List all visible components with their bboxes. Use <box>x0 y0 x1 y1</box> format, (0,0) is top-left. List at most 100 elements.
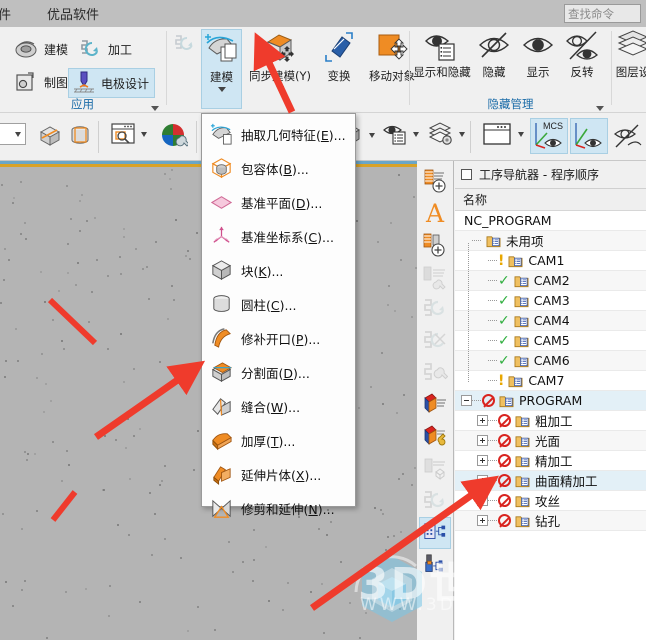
tree-row[interactable]: 钻孔 <box>455 511 646 531</box>
chevron-down-icon-showhide[interactable] <box>413 131 419 137</box>
ribbon-group-expand-hide-management[interactable] <box>596 106 604 111</box>
zoom-window-button[interactable] <box>110 122 147 146</box>
view-style-combo[interactable] <box>0 123 26 145</box>
menu-item[interactable]: 修补开口(P)... <box>202 321 355 355</box>
status-blocked-icon <box>498 434 511 447</box>
tree-row[interactable]: ! CAM1 <box>455 251 646 271</box>
ribbon-group-application: 建模 加工 制图 电极设计 应用 <box>0 27 165 113</box>
ribbon-button-modeling[interactable]: 建模 <box>14 37 68 61</box>
tree-row[interactable]: 光面 <box>455 431 646 451</box>
ribbon-button-synchronous-modeling[interactable]: 同步建模(Y) <box>248 29 312 91</box>
panel-pin-icon[interactable] <box>461 169 472 180</box>
replay-toolpath-icon[interactable] <box>419 293 451 325</box>
folder-icon <box>514 294 529 308</box>
tree-expander[interactable] <box>477 455 488 466</box>
folder-icon <box>515 474 530 488</box>
hide-slash-button[interactable] <box>612 123 642 151</box>
shop-documentation-icon[interactable] <box>419 453 451 485</box>
layer-gear-button[interactable] <box>428 122 465 146</box>
menu-item[interactable]: 包容体(B)... <box>202 151 355 185</box>
generate-toolpath-icon[interactable] <box>419 261 451 293</box>
menu-item[interactable]: 修剪和延伸(N)... <box>202 491 355 525</box>
tree-row[interactable]: ✓ CAM6 <box>455 351 646 371</box>
tree-row[interactable]: ! CAM7 <box>455 371 646 391</box>
tree-row[interactable]: 曲面精加工 <box>455 471 646 491</box>
ribbon-button-show[interactable]: 显示 <box>517 29 559 80</box>
menu-item[interactable]: 延伸片体(X)... <box>202 457 355 491</box>
palette-wrench-button[interactable] <box>160 122 188 148</box>
text-annotation-icon[interactable]: A <box>419 197 451 229</box>
window-button[interactable] <box>482 121 524 147</box>
ribbon-button-invert[interactable]: 反转 <box>561 29 603 80</box>
tree-row[interactable]: ✓ CAM2 <box>455 271 646 291</box>
ribbon-button-sync-modeling-main[interactable]: 建模 <box>201 29 242 109</box>
invert-icon <box>566 31 598 60</box>
chevron-down-icon[interactable] <box>217 87 226 92</box>
tree-row[interactable]: ✓ CAM3 <box>455 291 646 311</box>
menu-item[interactable]: 分割面(D)... <box>202 355 355 389</box>
tree-expander[interactable] <box>477 435 488 446</box>
menu-item[interactable]: 缝合(W)... <box>202 389 355 423</box>
menu-item[interactable]: 加厚(T)... <box>202 423 355 457</box>
synchronous-modeling-dropdown[interactable]: 抽取几何特征(E)... 包容体(B)... 基准平面(D)... 基准坐标系(C).… <box>201 113 356 518</box>
ribbon-button-drafting[interactable]: 制图 <box>14 70 68 94</box>
menu-item[interactable]: 基准平面(D)... <box>202 185 355 219</box>
tree-expander[interactable] <box>477 475 488 486</box>
ribbon-group-expand-application[interactable] <box>151 106 159 111</box>
tree-column-header[interactable]: 名称 <box>455 189 646 211</box>
menu-item[interactable]: 抽取几何特征(E)... <box>202 117 355 151</box>
create-operation-icon[interactable] <box>419 229 451 261</box>
wireframe-view-button[interactable] <box>66 123 94 149</box>
post-process-icon[interactable] <box>419 389 451 421</box>
ribbon-button-hide[interactable]: 隐藏 <box>473 29 515 80</box>
tree-row[interactable]: ✓ CAM4 <box>455 311 646 331</box>
toolpath-wrench-icon[interactable] <box>419 357 451 389</box>
menu-item[interactable]: 基准坐标系(C)... <box>202 219 355 253</box>
tree-row[interactable]: ✓ CAM5 <box>455 331 646 351</box>
tree-expander[interactable] <box>477 515 488 526</box>
create-geometry-icon[interactable] <box>419 165 451 197</box>
tree-row[interactable]: 粗加工 <box>455 411 646 431</box>
tree-row[interactable]: 未用项 <box>455 231 646 251</box>
menu-item[interactable]: 块(K)... <box>202 253 355 287</box>
menu-item[interactable]: 圆柱(C)... <box>202 287 355 321</box>
verify-toolpath-icon[interactable] <box>419 325 451 357</box>
ribbon-button-show-and-hide[interactable]: 显示和隐藏 <box>413 29 471 80</box>
ribbon-button-manufacturing[interactable]: 加工 <box>78 37 132 61</box>
search-command-input[interactable]: 查找命令 <box>564 4 641 23</box>
chevron-down-icon-2[interactable] <box>276 86 284 91</box>
tree-connector <box>488 420 498 421</box>
tree-row[interactable]: 精加工 <box>455 451 646 471</box>
cutting-simulation-icon[interactable] <box>419 485 451 517</box>
chevron-down-icon-window[interactable] <box>518 131 524 137</box>
ribbon-button-transform[interactable]: 变换 <box>316 29 362 84</box>
menu-youpin-software[interactable]: 优品软件 <box>41 4 105 23</box>
tree-row[interactable]: 攻丝 <box>455 491 646 511</box>
chevron-down-icon-zoom[interactable] <box>141 131 147 137</box>
divide-face-icon <box>211 361 233 382</box>
wcs-visibility-button[interactable] <box>570 118 608 154</box>
show-hide-list-button[interactable] <box>382 122 419 146</box>
folder-program-icon <box>486 235 501 247</box>
chevron-down-icon-layer[interactable] <box>459 131 465 137</box>
menu-item-label: 修剪和延伸(N)... <box>241 501 335 517</box>
shaded-view-button[interactable] <box>36 123 64 149</box>
ribbon-button-electrode-design[interactable]: 电极设计 <box>68 68 156 98</box>
operation-tree[interactable]: NC_PROGRAM 未用项! CAM1 ✓ CAM2 ✓ CAM3 ✓ CAM4 ✓ CAM5 ✓ C… <box>455 211 646 640</box>
trim-extend-icon <box>212 499 231 518</box>
menu-file[interactable]: 件 <box>0 4 17 23</box>
machine-tool-view-icon[interactable] <box>419 549 451 581</box>
ribbon-button-layer-settings[interactable]: 图层设 <box>613 29 646 80</box>
show-hide-icon <box>425 35 455 61</box>
tree-row[interactable]: NC_PROGRAM <box>455 211 646 231</box>
machine-code-icon[interactable] <box>419 421 451 453</box>
transform-icon <box>325 32 353 62</box>
program-order-view-icon[interactable] <box>419 517 451 549</box>
tree-expander[interactable] <box>477 495 488 506</box>
chevron-down-icon-block[interactable] <box>369 132 375 138</box>
tree-expander[interactable] <box>477 415 488 426</box>
mcs-visibility-button[interactable]: MCS <box>530 118 568 154</box>
tree-row[interactable]: PROGRAM <box>455 391 646 411</box>
toolpath-generate-small-icon[interactable] <box>172 33 200 59</box>
tree-expander[interactable] <box>461 395 472 406</box>
